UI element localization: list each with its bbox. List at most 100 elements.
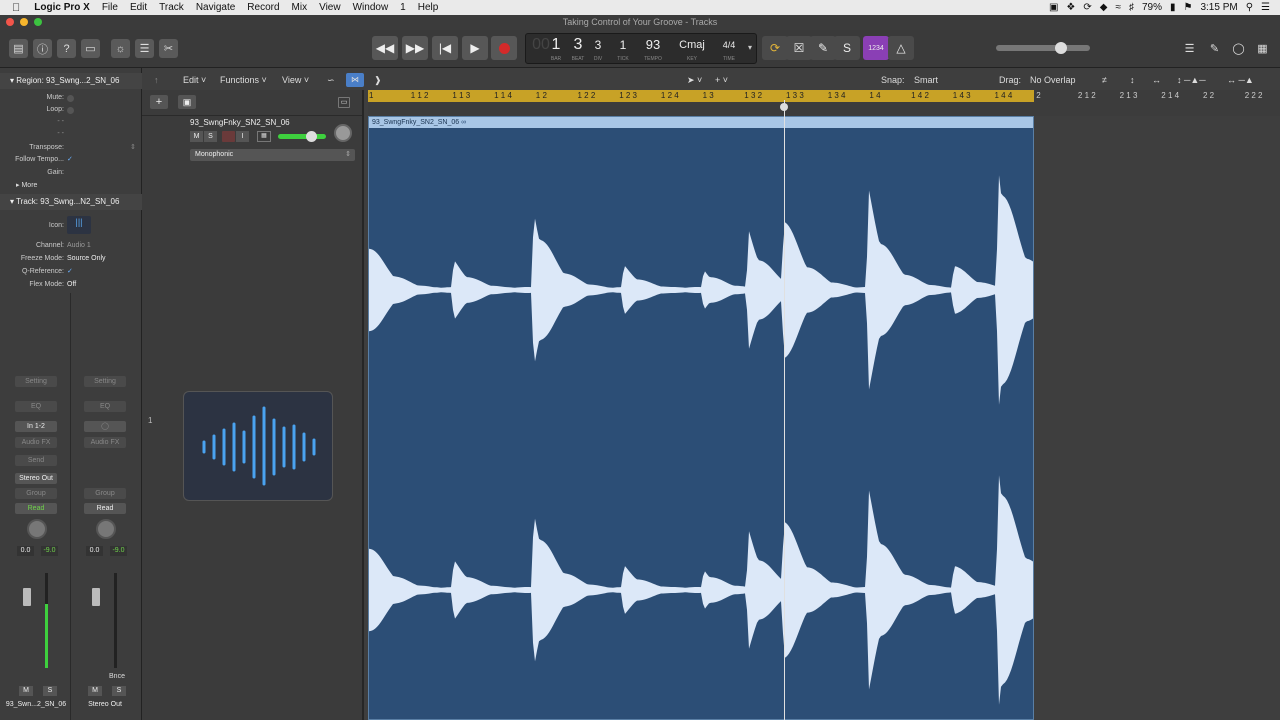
lcd-time-signature[interactable]: 4/4 (716, 34, 742, 56)
track-input-monitor-button[interactable]: I (236, 131, 249, 142)
track-freeze-button[interactable]: ▦ (257, 131, 271, 142)
master-volume-knob[interactable] (1055, 42, 1067, 54)
menu-view[interactable]: View (319, 2, 341, 13)
clock[interactable]: 3:15 PM (1200, 2, 1237, 13)
smart-controls-button[interactable]: ☼ (111, 39, 130, 58)
mixer-button[interactable]: ☰ (135, 39, 154, 58)
strip2-automation-read[interactable]: Read (84, 503, 126, 514)
note-pad-button[interactable]: ✎ (1205, 39, 1224, 58)
inspector-button[interactable]: ⓘ (33, 39, 52, 58)
functions-menu[interactable]: Functions ˅ (220, 75, 267, 85)
tracks-empty-area[interactable] (1034, 116, 1280, 720)
lcd-tempo[interactable]: 93 (638, 34, 668, 56)
toolbar-button[interactable]: ▭ (81, 39, 100, 58)
bluetooth-icon[interactable]: ◆ (1100, 2, 1108, 13)
region-inspector-header[interactable]: ▾ Region: 93_Swng...2_SN_06 (0, 73, 142, 89)
zoom-window-button[interactable] (34, 18, 42, 26)
quick-help-button[interactable]: ? (57, 39, 76, 58)
track-mute-button[interactable]: M (190, 131, 203, 142)
wifi-icon[interactable]: ≈ (1115, 2, 1121, 13)
edit-menu[interactable]: Edit ˅ (183, 75, 206, 85)
sync-icon[interactable]: ⟳ (1083, 2, 1091, 13)
strip1-setting-button[interactable]: Setting (15, 376, 57, 387)
strip1-group-slot[interactable]: Group (15, 488, 57, 499)
menu-help[interactable]: Help (418, 2, 439, 13)
strip1-volume-value[interactable]: 0.0 (17, 546, 34, 556)
waveform-zoom-icon[interactable]: ≠ (1102, 75, 1107, 85)
vertical-zoom-slider[interactable]: ↕ ─▲─ (1177, 75, 1206, 85)
menu-mix[interactable]: Mix (292, 2, 308, 13)
replace-button[interactable]: ☒ (786, 36, 812, 60)
track-inspector-header[interactable]: ▾ Track: 93_Swng...N2_SN_06 (0, 194, 142, 210)
add-track-button[interactable]: + (150, 95, 168, 109)
strip1-pan-knob[interactable] (27, 519, 47, 539)
strip2-mute-button[interactable]: M (88, 686, 102, 696)
strip2-solo-button[interactable]: S (112, 686, 126, 696)
apple-menu-icon[interactable]:  (12, 2, 20, 14)
strip1-send-slot[interactable]: Send (15, 455, 57, 466)
catch-playhead-icon[interactable]: ❱ (374, 75, 382, 86)
app-menu[interactable]: Logic Pro X (34, 2, 90, 13)
lcd-bar[interactable]: 1 (548, 34, 564, 56)
strip1-automation-read[interactable]: Read (15, 503, 57, 514)
notification-icon[interactable]: ☰ (1261, 2, 1270, 13)
strip2-audio-fx-slot[interactable]: Audio FX (84, 437, 126, 448)
playhead[interactable] (784, 100, 785, 720)
back-icon[interactable]: ↑ (154, 75, 159, 85)
lcd-tick[interactable]: 1 (610, 34, 636, 56)
automation-icon[interactable]: ∽ (327, 75, 335, 86)
spotlight-icon[interactable]: ⚲ (1246, 2, 1253, 13)
flex-mode-dropdown[interactable]: Monophonic ⇕ (190, 149, 355, 161)
strip2-pan-knob[interactable] (96, 519, 116, 539)
strip2-setting-button[interactable]: Setting (84, 376, 126, 387)
cycle-button[interactable]: ⟳ (762, 36, 788, 60)
horizontal-zoom-icon[interactable]: ↔ (1152, 75, 1161, 85)
channel-value[interactable]: Audio 1 (67, 240, 91, 252)
q-reference-checkbox[interactable]: ✓ (67, 266, 73, 278)
menu-track[interactable]: Track (159, 2, 184, 13)
global-tracks-button[interactable]: ▭ (338, 97, 350, 108)
strip1-input-slot[interactable]: In 1-2 (15, 421, 57, 432)
horizontal-zoom-slider[interactable]: ↔ ─▲ (1227, 75, 1254, 85)
dropbox-icon[interactable]: ❖ (1066, 2, 1075, 13)
minimize-window-button[interactable] (20, 18, 28, 26)
track-volume-knob[interactable] (306, 131, 317, 142)
strip2-eq-button[interactable]: EQ (84, 401, 126, 412)
mute-checkbox[interactable] (67, 95, 74, 102)
loop-browser-button[interactable]: ◯ (1229, 39, 1248, 58)
metronome-button[interactable]: △ (888, 36, 914, 60)
menu-1[interactable]: 1 (400, 2, 406, 13)
lcd-display[interactable]: 00 1 BAR 3 BEAT 3 DIV 1 TICK 93 TEMPO Cmaj KEY… (525, 33, 757, 64)
track-name[interactable]: 93_SwngFnky_SN2_SN_06 (190, 118, 290, 127)
loop-checkbox[interactable] (67, 107, 74, 114)
tuner-button[interactable]: ✎ (810, 36, 836, 60)
library-button[interactable]: ▤ (9, 39, 28, 58)
drag-select[interactable]: No Overlap (1030, 75, 1076, 85)
playhead-handle[interactable] (780, 103, 788, 111)
go-to-beginning-button[interactable]: |◀ (432, 36, 458, 60)
strip1-audio-fx-slot[interactable]: Audio FX (15, 437, 57, 448)
master-volume-slider[interactable] (996, 45, 1090, 51)
list-editors-button[interactable]: ☰ (1180, 39, 1199, 58)
track-volume-slider[interactable] (278, 134, 326, 139)
strip2-bounce-button[interactable]: Bnce (106, 672, 128, 682)
menu-window[interactable]: Window (353, 2, 389, 13)
strip1-solo-button[interactable]: S (43, 686, 57, 696)
track-stack-button[interactable]: ▣ (178, 95, 196, 109)
track-record-enable-button[interactable] (222, 131, 235, 142)
screen-icon[interactable]: ▣ (1049, 2, 1058, 13)
menu-file[interactable]: File (102, 2, 118, 13)
transpose-stepper[interactable]: ⇕ (130, 142, 136, 154)
fast-forward-button[interactable]: ▶▶ (402, 36, 428, 60)
strip2-volume-value[interactable]: 0.0 (86, 546, 103, 556)
strip1-eq-button[interactable]: EQ (15, 401, 57, 412)
browser-button[interactable]: ▦ (1253, 39, 1272, 58)
solo-button[interactable]: S (834, 36, 860, 60)
volume-icon[interactable]: ♯ (1129, 2, 1134, 13)
view-menu[interactable]: View ˅ (282, 75, 309, 85)
lcd-div[interactable]: 3 (590, 34, 606, 56)
strip2-link-icon[interactable]: ◯ (84, 421, 126, 432)
rewind-button[interactable]: ◀◀ (372, 36, 398, 60)
region-header[interactable]: 93_SwngFnky_SN2_SN_06 ∞ (369, 117, 1033, 128)
lcd-key[interactable]: Cmaj (674, 34, 710, 56)
